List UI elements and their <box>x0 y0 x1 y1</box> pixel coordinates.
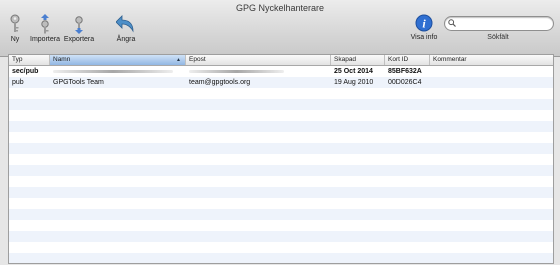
empty-row <box>9 99 553 110</box>
export-button[interactable]: Exportera <box>63 14 95 43</box>
cell-comment <box>430 66 553 77</box>
show-info-button[interactable]: i Visa info <box>408 14 440 41</box>
cell-type: sec/pub <box>12 68 39 75</box>
table-header: Typ Namn ▲ Epost Skapad Kort ID Kommenta… <box>9 55 553 66</box>
keychain-window: GPG Nyckelhanterare Ny Importera Exporte… <box>0 0 560 265</box>
key-icon <box>10 14 20 32</box>
empty-row <box>9 231 553 242</box>
empty-row <box>9 198 553 209</box>
search-label: Sökfält <box>487 34 509 41</box>
cell-short-id: 00D026C4 <box>388 79 422 86</box>
column-header-type[interactable]: Typ <box>9 55 50 65</box>
column-header-email[interactable]: Epost <box>186 55 331 65</box>
empty-row <box>9 165 553 176</box>
empty-row <box>9 88 553 99</box>
toolbar: GPG Nyckelhanterare Ny Importera Exporte… <box>0 0 560 57</box>
show-info-label: Visa info <box>410 34 438 41</box>
empty-row <box>9 176 553 187</box>
empty-row <box>9 121 553 132</box>
redacted-email-blur <box>189 69 284 73</box>
cell-email-redacted <box>186 66 331 77</box>
export-label: Exportera <box>63 36 95 43</box>
import-button[interactable]: Importera <box>29 14 61 43</box>
window-title: GPG Nyckelhanterare <box>235 3 325 13</box>
empty-row <box>9 209 553 220</box>
column-header-short-id[interactable]: Kort ID <box>385 55 430 65</box>
search-field[interactable] <box>444 16 554 31</box>
search-icon <box>448 19 456 27</box>
column-header-comment[interactable]: Kommentar <box>430 55 553 65</box>
empty-row <box>9 242 553 253</box>
export-key-icon <box>75 16 83 34</box>
new-key-button[interactable]: Ny <box>6 14 24 43</box>
table-row[interactable]: sec/pub 25 Oct 2014 85BF632A <box>9 66 553 77</box>
cell-created: 19 Aug 2010 <box>334 79 374 86</box>
empty-row <box>9 110 553 121</box>
sort-ascending-icon: ▲ <box>176 57 181 63</box>
cell-created: 25 Oct 2014 <box>334 68 373 75</box>
redacted-name-blur <box>53 69 173 73</box>
key-table[interactable]: Typ Namn ▲ Epost Skapad Kort ID Kommenta… <box>8 54 554 264</box>
empty-row <box>9 220 553 231</box>
table-body: sec/pub 25 Oct 2014 85BF632A pub GPGTool… <box>9 66 553 263</box>
cell-short-id: 85BF632A <box>388 68 422 75</box>
new-key-label: Ny <box>10 36 20 43</box>
empty-row <box>9 253 553 263</box>
cell-email: team@gpgtools.org <box>189 79 251 86</box>
cell-name: GPGTools Team <box>53 79 104 86</box>
cell-name-redacted <box>50 66 186 77</box>
cell-type: pub <box>12 79 24 86</box>
empty-row <box>9 143 553 154</box>
empty-row <box>9 154 553 165</box>
undo-label: Ångra <box>116 36 136 43</box>
column-header-created[interactable]: Skapad <box>331 55 385 65</box>
search-input[interactable] <box>459 17 547 30</box>
cell-comment <box>430 77 553 88</box>
info-icon: i <box>415 14 433 32</box>
column-header-name[interactable]: Namn ▲ <box>50 55 186 65</box>
table-row[interactable]: pub GPGTools Team team@gpgtools.org 19 A… <box>9 77 553 88</box>
undo-button[interactable]: Ångra <box>114 14 138 43</box>
empty-row <box>9 132 553 143</box>
empty-row <box>9 187 553 198</box>
column-header-name-label: Namn <box>53 56 71 63</box>
undo-arrow-icon <box>116 15 134 33</box>
import-label: Importera <box>30 36 60 43</box>
import-key-icon <box>41 14 49 34</box>
